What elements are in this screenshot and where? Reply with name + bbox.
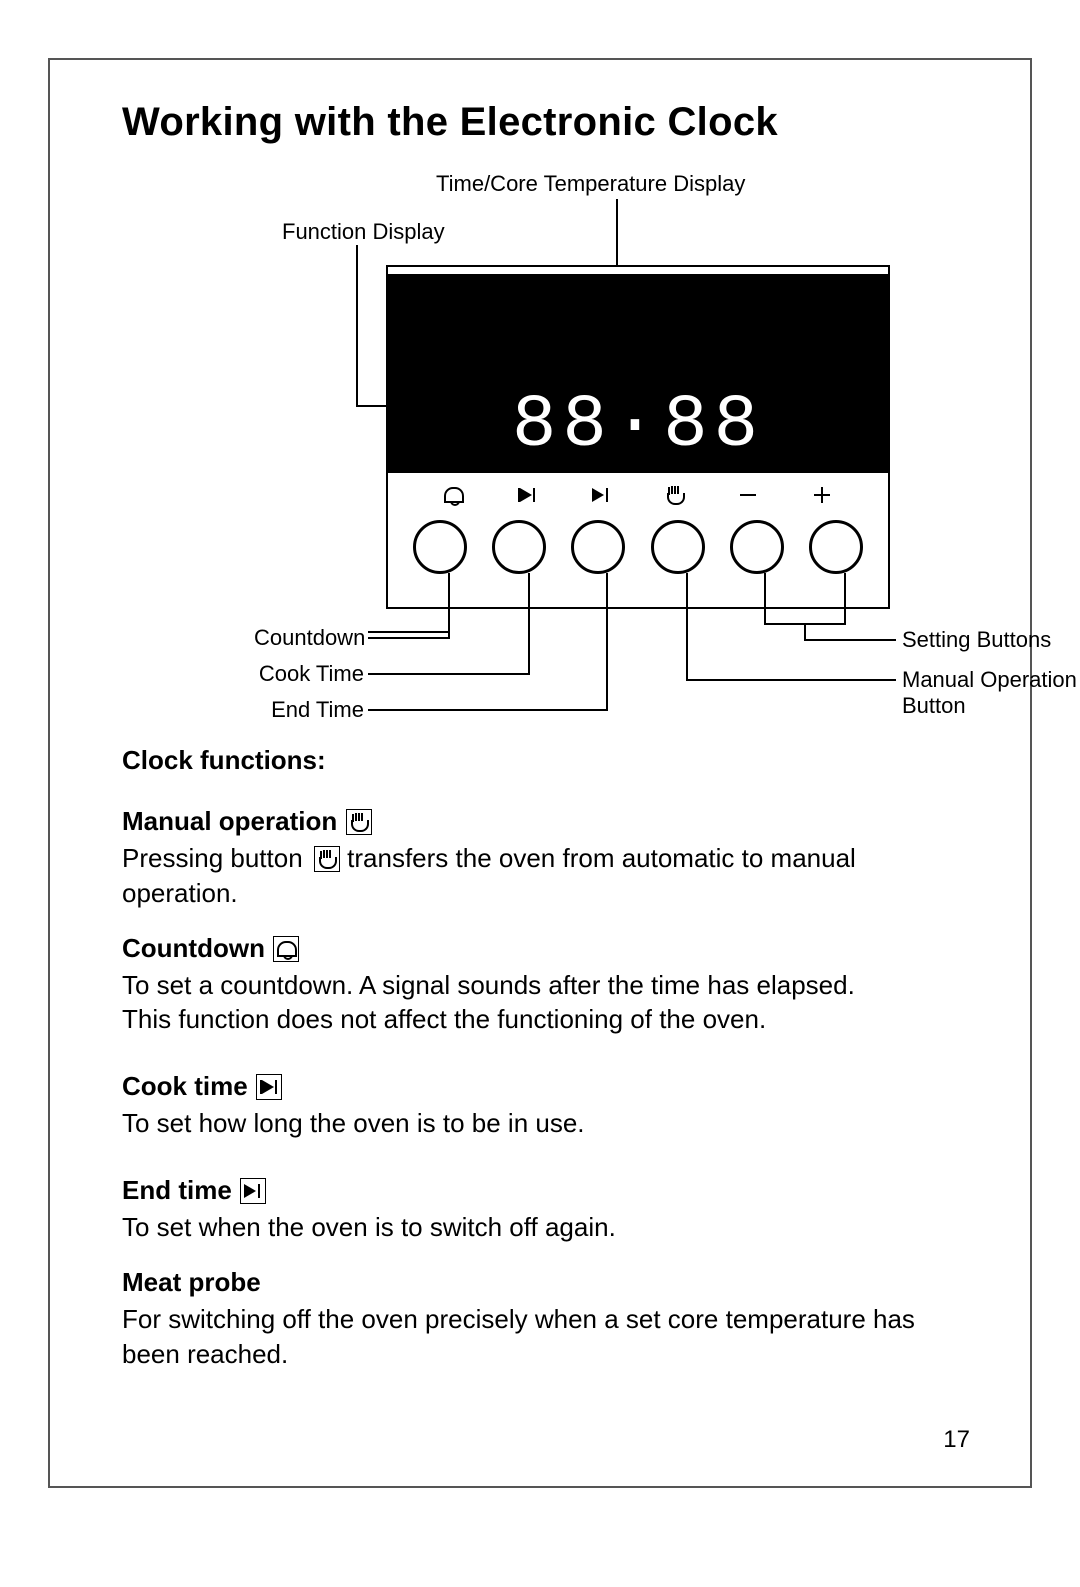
clock-panel: 88·88 <box>386 265 890 609</box>
section-cook-time: Cook time To set how long the oven is to… <box>122 1071 970 1141</box>
section-countdown: Countdown To set a countdown. A signal s… <box>122 933 970 1038</box>
section-body: For switching off the oven precisely whe… <box>122 1302 970 1372</box>
section-meat-probe: Meat probe For switching off the oven pr… <box>122 1267 970 1372</box>
button-plus[interactable] <box>809 520 863 574</box>
button-end-time[interactable] <box>571 520 625 574</box>
button-cook-time[interactable] <box>492 520 546 574</box>
endtime-icon <box>240 1178 266 1204</box>
button-manual-op[interactable] <box>651 520 705 574</box>
page-number: 17 <box>943 1426 970 1454</box>
label-manual-op-l1: Manual Operation <box>902 667 1077 693</box>
display-area <box>388 274 888 388</box>
label-time-core-temp: Time/Core Temperature Display <box>436 171 745 197</box>
section-body: Pressing button transfers the oven from … <box>122 841 970 911</box>
page-title: Working with the Electronic Clock <box>122 100 970 145</box>
button-minus[interactable] <box>730 520 784 574</box>
cooktime-icon <box>256 1074 282 1100</box>
section-end-time: End time To set when the oven is to swit… <box>122 1175 970 1245</box>
hand-icon <box>314 846 340 872</box>
hand-icon <box>346 809 372 835</box>
hand-icon <box>666 486 684 504</box>
clock-diagram: Time/Core Temperature Display Function D… <box>206 171 886 731</box>
section-manual-operation: Manual operation Pressing button transfe… <box>122 806 970 911</box>
label-manual-op-l2: Button <box>902 693 966 719</box>
icon-row <box>388 480 888 510</box>
section-body: To set when the oven is to switch off ag… <box>122 1210 970 1245</box>
bell-icon <box>444 486 462 504</box>
section-body: To set how long the oven is to be in use… <box>122 1106 970 1141</box>
label-end-time: End Time <box>268 697 364 723</box>
bell-icon <box>273 936 299 962</box>
label-cook-time: Cook Time <box>258 661 364 687</box>
button-countdown[interactable] <box>413 520 467 574</box>
minus-icon <box>740 486 758 504</box>
label-countdown: Countdown <box>254 625 364 651</box>
label-setting-buttons: Setting Buttons <box>902 627 1051 653</box>
digit-display: 88·88 <box>388 383 888 473</box>
button-row <box>388 515 888 579</box>
cooktime-icon <box>518 486 536 504</box>
label-function-display: Function Display <box>282 219 445 245</box>
clock-functions-heading: Clock functions: <box>122 745 970 776</box>
plus-icon <box>814 486 832 504</box>
endtime-icon <box>592 486 610 504</box>
section-body: To set a countdown. A signal sounds afte… <box>122 968 970 1038</box>
